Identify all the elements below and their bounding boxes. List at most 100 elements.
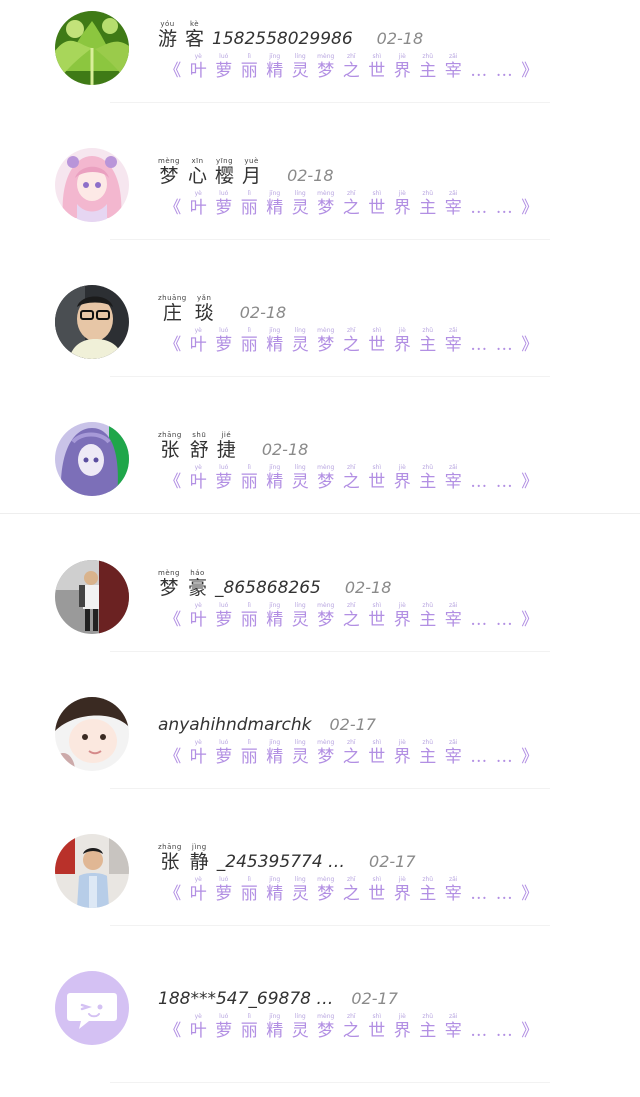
content-char: 》 bbox=[517, 602, 543, 631]
avatar[interactable] bbox=[55, 697, 129, 771]
username-text[interactable]: _245395774 … bbox=[217, 851, 345, 873]
content-char: … bbox=[466, 739, 492, 768]
comment-content[interactable]: 《 yè 叶 luó 萝 lì 丽 jīng 精 líng 灵 mèng 梦 zhī 之 shì 世 jiè 界 zh… bbox=[160, 459, 543, 493]
content-hanzi: 之 bbox=[342, 335, 360, 355]
comment-item[interactable]: zhāng 张 shū 舒 jié 捷 02-18 《 yè 叶 luó 萝 lì 丽 jīng 精 líng 灵… bbox=[0, 411, 640, 548]
username-pinyin: xīn bbox=[191, 157, 204, 165]
content-hanzi: 萝 bbox=[215, 1021, 233, 1041]
comment-header: zhāng 张 jìng 静 _245395774 … 02-17 bbox=[158, 823, 416, 873]
content-hanzi: 精 bbox=[266, 472, 284, 492]
content-hanzi: 宰 bbox=[444, 1021, 462, 1041]
comment-content[interactable]: 《 yè 叶 luó 萝 lì 丽 jīng 精 líng 灵 mèng 梦 zhī 之 shì 世 jiè 界 zh… bbox=[160, 185, 543, 219]
content-hanzi: 世 bbox=[368, 610, 386, 630]
content-hanzi: 《 bbox=[164, 472, 182, 492]
content-char: 》 bbox=[517, 876, 543, 905]
content-pinyin: zhǔ bbox=[422, 739, 434, 746]
avatar[interactable] bbox=[55, 148, 129, 222]
username-hanzi: 客 bbox=[185, 28, 205, 50]
content-char: jīng 精 bbox=[262, 53, 288, 82]
content-pinyin: zhī bbox=[346, 190, 356, 197]
content-hanzi: 梦 bbox=[317, 884, 335, 904]
comment-item[interactable]: 188***547_69878 … 02-17 《 yè 叶 luó 萝 lì 丽 jīng 精 lí… bbox=[0, 960, 640, 1097]
content-pinyin: jiè bbox=[398, 53, 406, 60]
comment-item[interactable]: mèng 梦 háo 豪 _865868265 02-18 《 yè 叶 luó 萝 lì 丽 jīng 精… bbox=[0, 549, 640, 686]
content-char: jīng 精 bbox=[262, 190, 288, 219]
content-hanzi: 梦 bbox=[317, 335, 335, 355]
comment-content[interactable]: 《 yè 叶 luó 萝 lì 丽 jīng 精 líng 灵 mèng 梦 zhī 之 shì 世 jiè 界 zh… bbox=[160, 48, 543, 82]
content-char: zhǔ 主 bbox=[415, 1013, 441, 1042]
comment-content[interactable]: 《 yè 叶 luó 萝 lì 丽 jīng 精 líng 灵 mèng 梦 zhī 之 shì 世 jiè 界 zh… bbox=[160, 322, 543, 356]
content-char: luó 萝 bbox=[211, 1013, 237, 1042]
content-pinyin: shì bbox=[372, 739, 382, 746]
avatar[interactable] bbox=[55, 11, 129, 85]
content-hanzi: 精 bbox=[266, 884, 284, 904]
content-hanzi: 萝 bbox=[215, 610, 233, 630]
content-hanzi: 丽 bbox=[240, 747, 258, 767]
username-text[interactable]: 1582558029986 bbox=[212, 28, 353, 50]
comment-content[interactable]: 《 yè 叶 luó 萝 lì 丽 jīng 精 líng 灵 mèng 梦 zhī 之 shì 世 jiè 界 zh… bbox=[160, 734, 543, 768]
content-hanzi: … bbox=[470, 610, 488, 630]
avatar[interactable] bbox=[55, 971, 129, 1045]
comment-item[interactable]: anyahihndmarchk 02-17 《 yè 叶 luó 萝 lì 丽 jīng 精 líng… bbox=[0, 686, 640, 823]
content-char: jiè 界 bbox=[390, 602, 416, 631]
content-hanzi: 》 bbox=[521, 747, 539, 767]
content-pinyin: zhī bbox=[346, 327, 356, 334]
content-pinyin: zhǔ bbox=[422, 602, 434, 609]
content-hanzi: … bbox=[470, 61, 488, 81]
comment-item[interactable]: zhāng 张 jìng 静 _245395774 … 02-17 《 yè 叶 luó 萝 lì 丽 j… bbox=[0, 823, 640, 960]
content-hanzi: 灵 bbox=[291, 335, 309, 355]
content-pinyin: jiè bbox=[398, 464, 406, 471]
content-char: … bbox=[466, 464, 492, 493]
username-text[interactable]: anyahihndmarchk bbox=[158, 714, 311, 736]
comment-item[interactable]: mèng 梦 xīn 心 yīng 樱 yuè 月 02-18 《 yè 叶 luó 萝 lì 丽 jīng 精 l… bbox=[0, 137, 640, 274]
content-hanzi: 灵 bbox=[291, 61, 309, 81]
content-pinyin: líng bbox=[294, 739, 306, 746]
username-pinyin: yuè bbox=[244, 157, 259, 165]
comment-content[interactable]: 《 yè 叶 luó 萝 lì 丽 jīng 精 líng 灵 mèng 梦 zhī 之 shì 世 jiè 界 zh… bbox=[160, 597, 543, 631]
username-text[interactable]: _865868265 bbox=[215, 577, 321, 599]
content-hanzi: 主 bbox=[419, 610, 437, 630]
content-hanzi: 界 bbox=[393, 472, 411, 492]
content-char: … bbox=[492, 464, 518, 493]
username-pinyin: yǎn bbox=[197, 294, 212, 302]
avatar[interactable] bbox=[55, 422, 129, 496]
content-hanzi: 梦 bbox=[317, 1021, 335, 1041]
content-pinyin: jiè bbox=[398, 876, 406, 883]
username-text[interactable]: 188***547_69878 … bbox=[158, 988, 333, 1010]
content-pinyin: mèng bbox=[317, 1013, 335, 1020]
content-hanzi: 萝 bbox=[215, 472, 233, 492]
content-char: lì 丽 bbox=[237, 53, 263, 82]
comment-date: 02-18 bbox=[344, 578, 392, 597]
content-hanzi: 丽 bbox=[240, 61, 258, 81]
content-hanzi: 主 bbox=[419, 335, 437, 355]
comment-content[interactable]: 《 yè 叶 luó 萝 lì 丽 jīng 精 líng 灵 mèng 梦 zhī 之 shì 世 jiè 界 zh… bbox=[160, 1008, 543, 1042]
avatar[interactable] bbox=[55, 560, 129, 634]
content-char: zǎi 宰 bbox=[441, 190, 467, 219]
comment-item[interactable]: yóu 游 kè 客 1582558029986 02-18 《 yè 叶 luó 萝 lì 丽 jīng… bbox=[0, 0, 640, 137]
content-hanzi: 主 bbox=[419, 198, 437, 218]
username-pinyin: zhuāng bbox=[158, 294, 187, 302]
avatar[interactable] bbox=[55, 834, 129, 908]
avatar[interactable] bbox=[55, 285, 129, 359]
content-pinyin: luó bbox=[219, 876, 229, 883]
divider bbox=[0, 513, 640, 514]
content-char: 《 bbox=[160, 464, 186, 493]
content-char: … bbox=[466, 327, 492, 356]
content-hanzi: 丽 bbox=[240, 884, 258, 904]
content-hanzi: 萝 bbox=[215, 198, 233, 218]
content-char: lì 丽 bbox=[237, 602, 263, 631]
username-pinyin: shū bbox=[192, 431, 207, 439]
content-hanzi: 丽 bbox=[240, 610, 258, 630]
content-pinyin: jīng bbox=[269, 464, 281, 471]
content-hanzi: 主 bbox=[419, 1021, 437, 1041]
comment-content[interactable]: 《 yè 叶 luó 萝 lì 丽 jīng 精 líng 灵 mèng 梦 zhī 之 shì 世 jiè 界 zh… bbox=[160, 871, 543, 905]
content-pinyin: luó bbox=[219, 327, 229, 334]
divider bbox=[110, 376, 550, 377]
content-hanzi: … bbox=[470, 884, 488, 904]
content-char: zhī 之 bbox=[339, 327, 365, 356]
content-char: … bbox=[466, 53, 492, 82]
content-char: mèng 梦 bbox=[313, 53, 339, 82]
content-pinyin: mèng bbox=[317, 602, 335, 609]
comment-item[interactable]: zhuāng 庄 yǎn 琰 02-18 《 yè 叶 luó 萝 lì 丽 jīng 精 líng 灵 mèn… bbox=[0, 274, 640, 411]
content-hanzi: 宰 bbox=[444, 884, 462, 904]
